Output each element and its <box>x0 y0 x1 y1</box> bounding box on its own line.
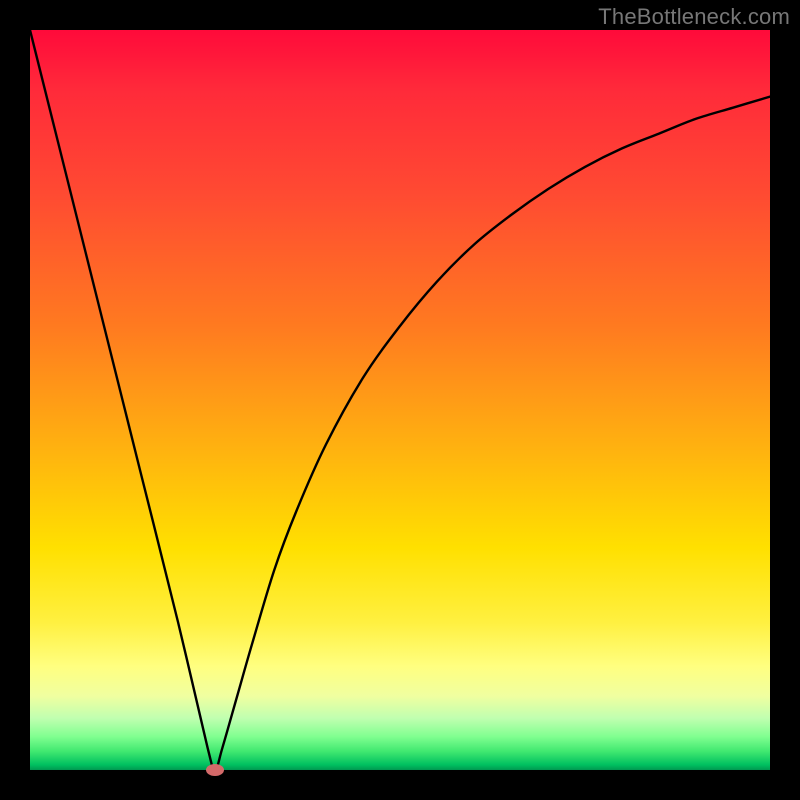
chart-frame: TheBottleneck.com <box>0 0 800 800</box>
minimum-marker <box>206 764 224 776</box>
plot-area <box>30 30 770 770</box>
watermark-text: TheBottleneck.com <box>598 4 790 30</box>
curve-layer <box>30 30 770 770</box>
bottleneck-curve <box>30 30 770 770</box>
